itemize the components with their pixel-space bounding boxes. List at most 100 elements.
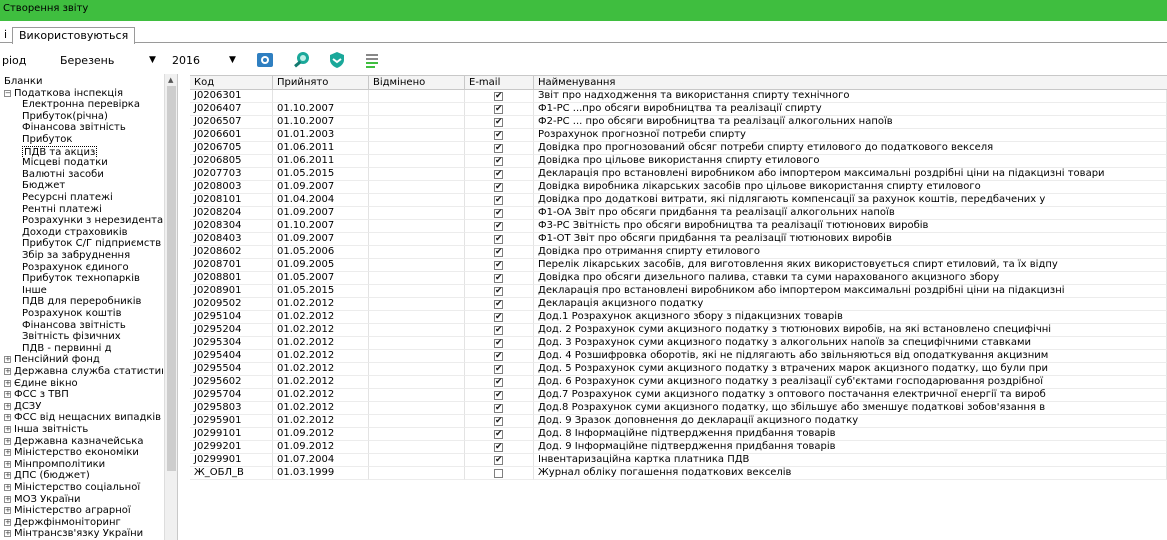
tree-item[interactable]: + ФСС від нещасних випадків	[0, 412, 163, 424]
tree-item[interactable]: + ДСЗУ	[0, 401, 163, 413]
tree-item[interactable]: − Податкова інспекція	[0, 88, 163, 100]
table-row[interactable]: J029530401.02.2012 Дод. 3 Розрахунок суми…	[190, 337, 1167, 350]
email-cell[interactable]	[465, 155, 534, 168]
email-checkbox[interactable]	[494, 311, 503, 323]
tree-item[interactable]: Звітність фізичних	[0, 331, 163, 343]
table-row[interactable]: J020800301.09.2007 Довідка виробника ліка…	[190, 181, 1167, 194]
table-row[interactable]: J029590101.02.2012 Дод. 9 Зразок доповнен…	[190, 415, 1167, 428]
email-checkbox[interactable]	[494, 168, 503, 180]
document-list-icon[interactable]	[364, 51, 382, 69]
email-checkbox[interactable]	[494, 298, 503, 310]
tree-item[interactable]: + Міністерство економіки	[0, 447, 163, 459]
email-cell[interactable]	[465, 363, 534, 376]
table-row[interactable]: J029540401.02.2012 Дод. 4 Розшифровка обо…	[190, 350, 1167, 363]
email-cell[interactable]	[465, 168, 534, 181]
table-row[interactable]: J020830401.10.2007 Ф3-РС Звітність про об…	[190, 220, 1167, 233]
tree-item[interactable]: Збір за забруднення	[0, 250, 163, 262]
email-checkbox[interactable]	[494, 220, 503, 232]
expand-icon[interactable]: +	[4, 426, 11, 433]
column-header-code[interactable]: Код	[190, 76, 273, 90]
email-cell[interactable]	[465, 389, 534, 402]
expand-icon[interactable]: +	[4, 530, 11, 538]
email-cell[interactable]	[465, 272, 534, 285]
tree-item[interactable]: Бланки	[0, 76, 163, 88]
tree-item[interactable]: Прибуток С/Г підприємств	[0, 238, 163, 250]
email-checkbox[interactable]	[494, 246, 503, 258]
expand-icon[interactable]: +	[4, 379, 11, 387]
email-cell[interactable]	[465, 194, 534, 207]
table-row[interactable]: J020950201.02.2012 Декларація акцизного …	[190, 298, 1167, 311]
email-cell[interactable]	[465, 402, 534, 415]
tree-item[interactable]: + ФСС з ТВП	[0, 389, 163, 401]
year-select[interactable]: 2016	[172, 54, 200, 67]
table-row[interactable]: J020640701.10.2007 Ф1-РС ...про обсяги ви…	[190, 103, 1167, 116]
tree-item[interactable]: Доходи страховиків	[0, 227, 163, 239]
tree-item[interactable]: + Міністерство аграрної	[0, 505, 163, 517]
email-checkbox[interactable]	[494, 155, 503, 167]
email-checkbox[interactable]	[494, 129, 503, 141]
tab-in-use[interactable]: Використовуються	[12, 27, 136, 44]
tree-item[interactable]: Прибуток(річна)	[0, 111, 163, 123]
tree-scrollbar[interactable]: ▲	[164, 74, 177, 540]
table-row[interactable]: J020880101.05.2007 Довідка про обсяги диз…	[190, 272, 1167, 285]
tree-item[interactable]: ПДВ - первинні д	[0, 343, 163, 355]
column-header-email[interactable]: E-mail	[465, 76, 534, 90]
table-row[interactable]: J020650701.10.2007 Ф2-РС ... про обсяги в…	[190, 116, 1167, 129]
expand-icon[interactable]: +	[4, 449, 11, 457]
table-row[interactable]: J020890101.05.2015 Декларація про встанов…	[190, 285, 1167, 298]
tree-item[interactable]: Місцеві податки	[0, 157, 163, 169]
table-row[interactable]: J0206301 Звіт про надходження та використ…	[190, 90, 1167, 103]
email-cell[interactable]	[465, 337, 534, 350]
email-checkbox[interactable]	[494, 142, 503, 154]
email-cell[interactable]	[465, 259, 534, 272]
month-dropdown-icon[interactable]: ▼	[149, 55, 156, 65]
tree-item[interactable]: Розрахунок єдиного	[0, 262, 163, 274]
expand-icon[interactable]: +	[4, 402, 11, 410]
tree-scrollbar-thumb[interactable]	[167, 86, 176, 471]
shield-icon[interactable]	[328, 51, 346, 69]
email-checkbox[interactable]	[494, 415, 503, 427]
tree-item[interactable]: + Пенсійний фонд	[0, 354, 163, 366]
tree-item[interactable]: + Державна казначейська	[0, 436, 163, 448]
email-cell[interactable]	[465, 142, 534, 155]
email-cell[interactable]	[465, 129, 534, 142]
table-row[interactable]: J020770301.05.2015 Декларація про встанов…	[190, 168, 1167, 181]
email-checkbox[interactable]	[494, 469, 503, 478]
email-cell[interactable]	[465, 428, 534, 441]
tree-item[interactable]: Електронна перевірка	[0, 99, 163, 111]
tree-item[interactable]: Рентні платежі	[0, 204, 163, 216]
tree-item[interactable]: Фінансова звітність	[0, 320, 163, 332]
table-row[interactable]: J029520401.02.2012 Дод. 2 Розрахунок суми…	[190, 324, 1167, 337]
table-row[interactable]: J020660101.01.2003 Розрахунок прогнозної …	[190, 129, 1167, 142]
tree-item[interactable]: Інше	[0, 285, 163, 297]
tree-item[interactable]: Валютні засоби	[0, 169, 163, 181]
expand-icon[interactable]: +	[4, 356, 11, 364]
email-checkbox[interactable]	[494, 402, 503, 414]
email-checkbox[interactable]	[494, 428, 503, 440]
email-checkbox[interactable]	[494, 454, 503, 466]
email-checkbox[interactable]	[494, 233, 503, 245]
email-cell[interactable]	[465, 415, 534, 428]
tree-item[interactable]: Розрахунки з нерезидентами	[0, 215, 163, 227]
table-row[interactable]: J020670501.06.2011 Довідка про прогнозова…	[190, 142, 1167, 155]
column-header-cancelled[interactable]: Відмінено	[369, 76, 465, 90]
table-row[interactable]: J029550401.02.2012 Дод. 5 Розрахунок суми…	[190, 363, 1167, 376]
email-cell[interactable]	[465, 90, 534, 103]
expand-icon[interactable]: +	[4, 391, 11, 399]
settings-gear-icon[interactable]	[256, 51, 274, 69]
email-checkbox[interactable]	[494, 363, 503, 375]
table-row[interactable]: J029920101.09.2012 Дод. 9 Інформаційне пі…	[190, 441, 1167, 454]
tree-item[interactable]: Прибуток	[0, 134, 163, 146]
search-icon[interactable]	[293, 51, 311, 69]
email-checkbox[interactable]	[494, 207, 503, 219]
column-header-accepted[interactable]: Прийнято	[273, 76, 369, 90]
email-cell[interactable]	[465, 103, 534, 116]
email-checkbox[interactable]	[494, 259, 503, 271]
email-checkbox[interactable]	[494, 324, 503, 336]
month-select[interactable]: Березень	[60, 54, 114, 67]
tree-item[interactable]: Фінансова звітність	[0, 122, 163, 134]
table-row[interactable]: Ж_ОБЛ_В 01.03.1999 Журнал обліку погашення…	[190, 467, 1167, 480]
tree-item[interactable]: + Мінтрансзв'язку України	[0, 528, 163, 540]
table-row[interactable]: J029580301.02.2012 Дод.8 Розрахунок суми…	[190, 402, 1167, 415]
table-row[interactable]: J029570401.02.2012 Дод.7 Розрахунок суми…	[190, 389, 1167, 402]
